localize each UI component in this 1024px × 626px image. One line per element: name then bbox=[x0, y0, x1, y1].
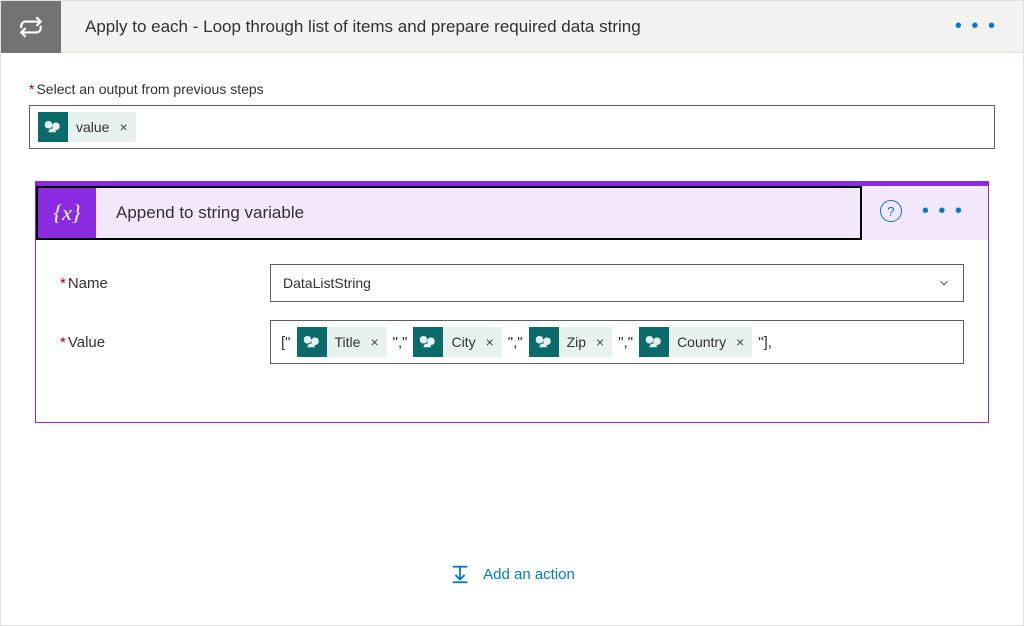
dynamic-token-country[interactable]: Country × bbox=[639, 327, 752, 357]
append-to-string-card: {x} Append to string variable ? • • • *N… bbox=[35, 181, 989, 423]
select-output-input[interactable]: value × bbox=[29, 105, 995, 149]
value-field-label: *Value bbox=[60, 334, 270, 351]
append-to-string-title: Append to string variable bbox=[96, 203, 304, 223]
select-output-label: *Select an output from previous steps bbox=[29, 81, 995, 97]
add-action-button[interactable]: Add an action bbox=[1, 563, 1023, 585]
literal-text: "," bbox=[391, 334, 410, 351]
add-action-label: Add an action bbox=[483, 566, 575, 583]
append-to-string-header[interactable]: {x} Append to string variable bbox=[36, 186, 862, 240]
name-field-label: *Name bbox=[60, 275, 270, 292]
dynamic-token-value[interactable]: value × bbox=[38, 112, 136, 142]
token-remove-button[interactable]: × bbox=[486, 334, 494, 350]
name-select-value: DataListString bbox=[283, 275, 371, 291]
token-remove-button[interactable]: × bbox=[736, 334, 744, 350]
token-label: Zip bbox=[567, 334, 586, 350]
dynamic-token-title[interactable]: Title × bbox=[297, 327, 387, 357]
variable-icon: {x} bbox=[38, 188, 96, 238]
value-input[interactable]: [" Title × "," City × bbox=[270, 320, 964, 364]
token-label: Title bbox=[335, 334, 361, 350]
token-label: Country bbox=[677, 334, 726, 350]
literal-text: "," bbox=[506, 334, 525, 351]
apply-to-each-title: Apply to each - Loop through list of ite… bbox=[61, 17, 929, 37]
literal-text: "," bbox=[616, 334, 635, 351]
sharepoint-icon bbox=[38, 112, 68, 142]
sharepoint-icon bbox=[529, 327, 559, 357]
chevron-down-icon bbox=[937, 276, 951, 290]
token-remove-button[interactable]: × bbox=[119, 119, 127, 135]
apply-to-each-menu-button[interactable]: • • • bbox=[929, 15, 1023, 38]
literal-text: "], bbox=[756, 334, 774, 351]
token-label: value bbox=[76, 119, 109, 135]
name-select[interactable]: DataListString bbox=[270, 264, 964, 302]
help-button[interactable]: ? bbox=[880, 200, 902, 222]
sharepoint-icon bbox=[413, 327, 443, 357]
apply-to-each-header[interactable]: Apply to each - Loop through list of ite… bbox=[1, 1, 1023, 53]
sharepoint-icon bbox=[297, 327, 327, 357]
literal-text: [" bbox=[279, 334, 293, 351]
append-to-string-menu-button[interactable]: • • • bbox=[908, 200, 970, 223]
token-remove-button[interactable]: × bbox=[596, 334, 604, 350]
dynamic-token-zip[interactable]: Zip × bbox=[529, 327, 613, 357]
sharepoint-icon bbox=[639, 327, 669, 357]
add-action-icon bbox=[449, 563, 471, 585]
token-label: City bbox=[451, 334, 475, 350]
loop-icon bbox=[1, 1, 61, 53]
dynamic-token-city[interactable]: City × bbox=[413, 327, 501, 357]
token-remove-button[interactable]: × bbox=[370, 334, 378, 350]
